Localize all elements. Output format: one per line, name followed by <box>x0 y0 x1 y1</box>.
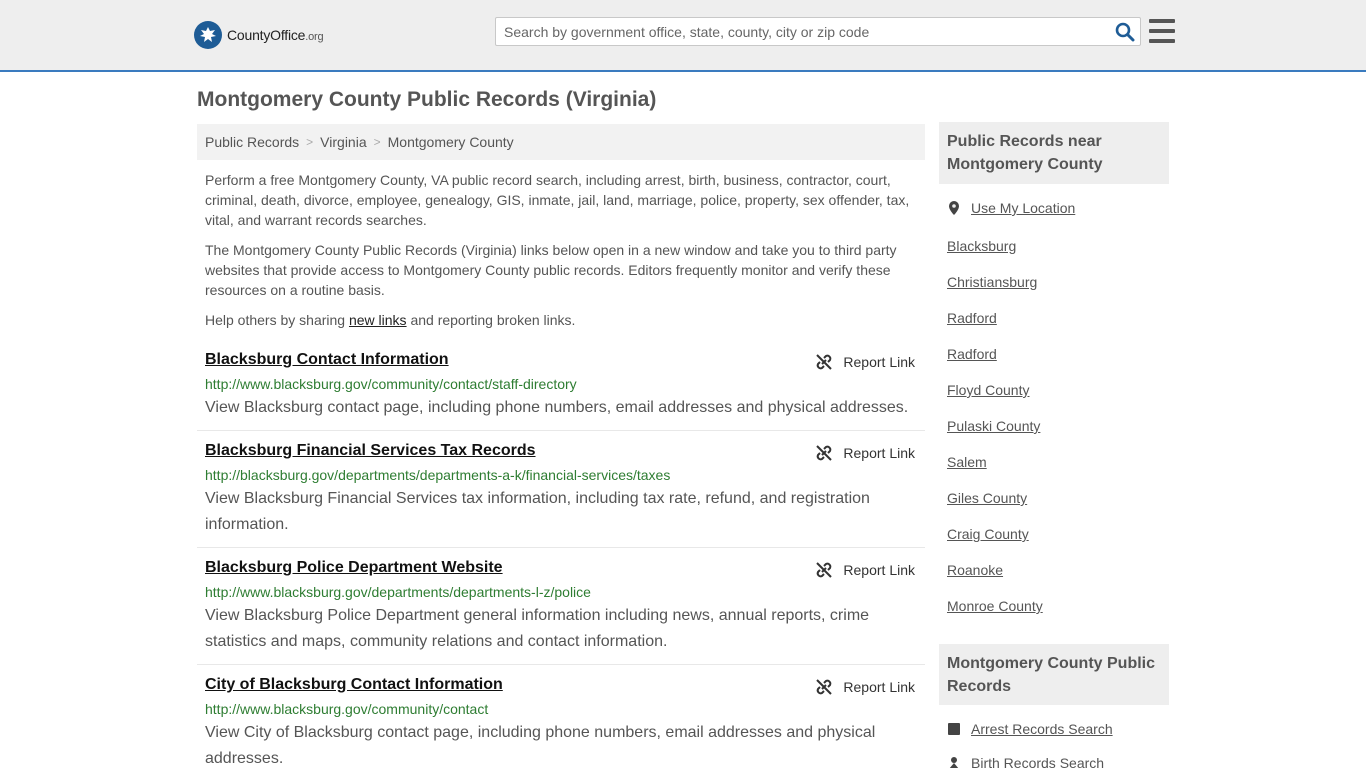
breadcrumb-separator-icon: > <box>306 135 314 149</box>
nearby-link-craig-county[interactable]: Craig County <box>947 526 1029 542</box>
nearby-link-radford-2[interactable]: Radford <box>947 346 997 362</box>
record-item: Blacksburg Police Department Website Rep… <box>197 558 925 655</box>
record-url[interactable]: http://www.blacksburg.gov/community/cont… <box>205 699 925 719</box>
record-item: Blacksburg Contact Information Report Li… <box>197 350 925 421</box>
menu-bar <box>1149 19 1175 23</box>
help-prefix: Help others by sharing <box>205 312 349 328</box>
logo-text: CountyOffice.org <box>227 27 324 43</box>
nearby-records-heading: Public Records near Montgomery County <box>939 122 1169 184</box>
report-link-label: Report Link <box>843 679 915 695</box>
divider <box>197 430 925 431</box>
hamburger-menu-icon[interactable] <box>1149 19 1175 43</box>
arrest-records-icon <box>947 722 961 736</box>
logo-seal-icon <box>194 21 222 49</box>
disclaimer-paragraph: The Montgomery County Public Records (Vi… <box>205 242 897 298</box>
record-description: View Blacksburg contact page, including … <box>205 399 909 416</box>
breadcrumb-separator-icon: > <box>373 135 381 149</box>
menu-bar <box>1149 29 1175 33</box>
county-records-heading: Montgomery County Public Records <box>939 644 1169 705</box>
nearby-link-floyd-county[interactable]: Floyd County <box>947 382 1029 398</box>
report-link-label: Report Link <box>843 562 915 578</box>
intro-paragraph: Perform a free Montgomery County, VA pub… <box>205 172 910 228</box>
use-my-location-label: Use My Location <box>971 200 1076 216</box>
record-url[interactable]: http://www.blacksburg.gov/departments/de… <box>205 582 925 602</box>
logo-tld: .org <box>305 31 324 43</box>
breadcrumb-montgomery-county[interactable]: Montgomery County <box>388 134 514 150</box>
record-description: View Blacksburg Police Department genera… <box>205 607 870 650</box>
record-description: View City of Blacksburg contact page, in… <box>205 724 876 767</box>
search-button[interactable] <box>1114 21 1136 43</box>
breadcrumb-virginia[interactable]: Virginia <box>320 134 366 150</box>
help-paragraph: Help others by sharing new links and rep… <box>205 310 917 330</box>
search-input[interactable] <box>496 18 1096 45</box>
nearby-link-monroe-county[interactable]: Monroe County <box>947 598 1043 614</box>
nearby-link-giles-county[interactable]: Giles County <box>947 490 1027 506</box>
report-link-label: Report Link <box>843 445 915 461</box>
divider <box>197 664 925 665</box>
record-title-link[interactable]: City of Blacksburg Contact Information <box>205 675 503 695</box>
record-title-link[interactable]: Blacksburg Police Department Website <box>205 558 503 578</box>
search-icon <box>1115 22 1135 42</box>
record-title-link[interactable]: Blacksburg Contact Information <box>205 350 449 370</box>
search-box <box>495 17 1141 46</box>
record-item: Blacksburg Financial Services Tax Record… <box>197 441 925 538</box>
report-link-button[interactable]: Report Link <box>815 444 915 462</box>
arrest-records-label: Arrest Records Search <box>971 721 1113 737</box>
broken-link-icon <box>816 445 833 461</box>
report-link-button[interactable]: Report Link <box>815 561 915 579</box>
record-item: City of Blacksburg Contact Information R… <box>197 675 925 768</box>
birth-records-label: Birth Records Search <box>971 755 1105 768</box>
breadcrumb-public-records[interactable]: Public Records <box>205 134 299 150</box>
new-links-link[interactable]: new links <box>349 312 407 328</box>
nearby-link-blacksburg[interactable]: Blacksburg <box>947 238 1016 254</box>
nearby-link-christiansburg[interactable]: Christiansburg <box>947 274 1037 290</box>
arrest-records-search-link[interactable]: Arrest Records Search <box>947 721 1113 737</box>
page-title: Montgomery County Public Records (Virgin… <box>197 88 657 111</box>
record-title-link[interactable]: Blacksburg Financial Services Tax Record… <box>205 441 536 461</box>
use-my-location-link[interactable]: Use My Location <box>947 200 1075 216</box>
divider <box>197 547 925 548</box>
nearby-link-salem[interactable]: Salem <box>947 454 987 470</box>
site-header: CountyOffice.org <box>0 0 1366 72</box>
site-logo[interactable]: CountyOffice.org <box>194 20 324 50</box>
record-description: View Blacksburg Financial Services tax i… <box>205 490 870 533</box>
broken-link-icon <box>816 679 833 695</box>
birth-records-search-link[interactable]: Birth Records Search <box>947 755 1104 768</box>
nearby-link-pulaski-county[interactable]: Pulaski County <box>947 418 1040 434</box>
record-url[interactable]: http://blacksburg.gov/departments/depart… <box>205 465 925 485</box>
nearby-link-roanoke[interactable]: Roanoke <box>947 562 1003 578</box>
report-link-button[interactable]: Report Link <box>815 678 915 696</box>
birth-records-icon <box>947 756 961 768</box>
report-link-button[interactable]: Report Link <box>815 353 915 371</box>
menu-bar <box>1149 39 1175 43</box>
report-link-label: Report Link <box>843 354 915 370</box>
breadcrumb: Public Records > Virginia > Montgomery C… <box>197 124 925 160</box>
broken-link-icon <box>816 354 833 370</box>
nearby-link-radford[interactable]: Radford <box>947 310 997 326</box>
record-url[interactable]: http://www.blacksburg.gov/community/cont… <box>205 374 925 394</box>
broken-link-icon <box>816 562 833 578</box>
logo-main: CountyOffice <box>227 27 306 43</box>
location-pin-icon <box>947 200 961 216</box>
help-suffix: and reporting broken links. <box>406 312 576 328</box>
